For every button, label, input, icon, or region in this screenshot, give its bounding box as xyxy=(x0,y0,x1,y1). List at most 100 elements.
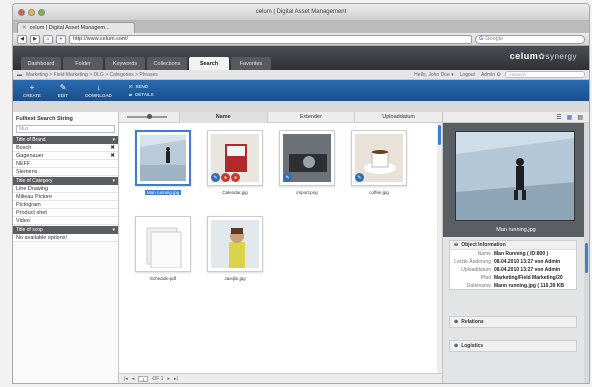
admin-link[interactable]: Admin ⚙ xyxy=(481,72,501,78)
browser-search-input[interactable]: G Google xyxy=(475,34,585,44)
stop-badge-icon[interactable]: ● xyxy=(221,173,230,182)
info-value: 08.04.2010 13:27 von Admin xyxy=(494,259,561,265)
address-bar[interactable]: http://www.celum.com/ xyxy=(69,34,472,44)
detail-scrollbar-thumb[interactable] xyxy=(585,243,588,273)
last-page-button[interactable]: ▸| xyxy=(174,376,178,382)
filter-item[interactable]: Milieau Picture xyxy=(13,193,118,201)
tab-favorites[interactable]: Favorites xyxy=(231,57,271,70)
asset-tile[interactable]: ✎ ● ● xyxy=(207,130,263,186)
grid-scrollbar[interactable] xyxy=(437,123,442,373)
logistics-title: Logistics xyxy=(461,343,484,349)
info-row: Name Man Running ( ID:800 ) xyxy=(450,250,576,258)
filter-item[interactable]: Siemens xyxy=(13,168,118,176)
tab-collections[interactable]: Collections xyxy=(147,57,187,70)
add-bookmark-button[interactable]: + xyxy=(56,34,66,44)
asset-tile[interactable] xyxy=(135,130,191,186)
thumbnail-size-slider[interactable] xyxy=(119,112,179,123)
folder-icon: ▬ xyxy=(17,71,22,78)
filter-item[interactable]: Video xyxy=(13,217,118,225)
sort-by-uploaddatum[interactable]: Uploaddatum xyxy=(354,111,442,123)
home-button[interactable]: ⌂ xyxy=(43,34,53,44)
list-view-icon[interactable]: ☰ xyxy=(556,114,561,121)
filter-item[interactable]: Gagenauer ✖ xyxy=(13,152,118,160)
asset-caption[interactable]: Man running.jpg xyxy=(133,190,193,195)
info-key: Letzte Änderung xyxy=(454,259,491,265)
logistics-panel[interactable]: ⊕ Logistics xyxy=(449,340,577,352)
asset-tile[interactable] xyxy=(135,216,191,272)
asset-caption[interactable]: Jacqlin.jpg xyxy=(205,276,265,281)
filter-item[interactable]: Line Drawing xyxy=(13,185,118,193)
user-greeting[interactable]: Hello, John Doe ▾ xyxy=(414,72,453,78)
header-search-input[interactable]: ⌕ Search xyxy=(505,71,585,78)
tab-search[interactable]: Search xyxy=(189,57,229,70)
grid-scrollbar-thumb[interactable] xyxy=(438,125,441,145)
detail-view-icon[interactable]: ▤ xyxy=(577,114,583,121)
asset-tile[interactable]: ✎ xyxy=(279,130,335,186)
filter-item-label: No available options! xyxy=(16,234,68,241)
detail-scrollbar[interactable] xyxy=(584,123,589,383)
remove-icon[interactable]: ✖ xyxy=(110,153,115,159)
asset-tile[interactable] xyxy=(207,216,263,272)
tab-close-icon[interactable]: ✕ xyxy=(22,25,27,31)
info-key: Dateiname xyxy=(466,283,491,289)
tab-keywords[interactable]: Keywords xyxy=(105,57,145,70)
fulltext-search-input[interactable]: Mus xyxy=(16,125,115,133)
info-row: Letzte Änderung 08.04.2010 13:27 von Admi… xyxy=(450,258,576,266)
first-page-button[interactable]: |◂ xyxy=(124,376,128,382)
preview-caption: Man running.jpg xyxy=(496,227,536,233)
asset-name: import.png xyxy=(296,190,318,195)
chevron-down-icon: ▾ xyxy=(112,178,115,184)
browser-tab[interactable]: ✕ celum | Digital Asset Managem... xyxy=(17,22,135,33)
section-title: Title of scop xyxy=(16,227,43,233)
next-page-button[interactable]: ▸ xyxy=(167,376,170,382)
create-button[interactable]: + CREATE xyxy=(23,83,41,98)
edit-badge-icon[interactable]: ✎ xyxy=(355,173,364,182)
slider-handle[interactable] xyxy=(147,114,152,119)
asset-caption[interactable]: Schedule.pdf xyxy=(133,276,193,281)
logistics-header[interactable]: ⊕ Logistics xyxy=(450,341,576,351)
section-scop-header[interactable]: Title of scop ▾ xyxy=(13,226,118,234)
object-information-header[interactable]: ⊖ Object Information xyxy=(450,241,576,250)
details-button[interactable]: ▰ DETAILS xyxy=(129,92,154,98)
relations-panel[interactable]: ⊕ Relations xyxy=(449,316,577,328)
page-number-input[interactable]: 1 xyxy=(138,375,149,382)
url-text: http://www.celum.com/ xyxy=(73,36,129,42)
filter-item[interactable]: NEFF xyxy=(13,160,118,168)
sort-by-extender[interactable]: Extender xyxy=(266,111,355,123)
asset-grid-panel: Name Extender Uploaddatum Man running.jp… xyxy=(119,111,443,383)
browser-tab-title: celum | Digital Asset Managem... xyxy=(29,25,110,31)
edit-badge-icon[interactable]: ✎ xyxy=(211,173,220,182)
filter-item: No available options! xyxy=(13,234,118,242)
asset-caption[interactable]: import.png xyxy=(277,190,337,195)
asset-tile[interactable]: ✎ xyxy=(351,130,407,186)
relations-header[interactable]: ⊕ Relations xyxy=(450,317,576,327)
browser-search-placeholder: Google xyxy=(485,36,504,42)
filter-item[interactable]: Bosch ✖ xyxy=(13,144,118,152)
asset-thumbnail xyxy=(140,135,186,181)
grid-view-icon[interactable]: ▦ xyxy=(567,114,573,121)
edit-badge-icon[interactable]: ✎ xyxy=(283,173,292,182)
asset-caption[interactable]: Calendar.jpg xyxy=(205,190,265,195)
section-brand-header[interactable]: Title of Brand ▾ xyxy=(13,136,118,144)
breadcrumb[interactable]: Marketing > Field Marketing > DLG > Cate… xyxy=(26,72,158,78)
logout-link[interactable]: Logout xyxy=(460,72,475,78)
asset-name: coffee.jpg xyxy=(369,190,389,195)
asset-caption[interactable]: coffee.jpg xyxy=(349,190,409,195)
app-logo: celum✿synergy xyxy=(510,51,577,61)
object-information-panel: ⊖ Object Information Name Man Running ( ID… xyxy=(449,240,577,290)
tab-folder[interactable]: Folder xyxy=(63,57,103,70)
forward-button[interactable]: ▶ xyxy=(30,34,40,44)
expand-icon: ⊕ xyxy=(454,343,459,349)
filter-item[interactable]: Product shot xyxy=(13,209,118,217)
remove-icon[interactable]: ✖ xyxy=(110,145,115,151)
download-button[interactable]: ↓ DOWNLOAD xyxy=(85,83,112,98)
filter-item[interactable]: Pictogram xyxy=(13,201,118,209)
prev-page-button[interactable]: ◂ xyxy=(132,376,135,382)
back-button[interactable]: ◀ xyxy=(17,34,27,44)
sort-by-name[interactable]: Name xyxy=(178,111,267,123)
section-category-header[interactable]: Title of Category ▾ xyxy=(13,177,118,185)
stop-badge-icon[interactable]: ● xyxy=(231,173,240,182)
send-button[interactable]: ✉ SEND xyxy=(129,84,148,90)
tab-dashboard[interactable]: Dashboard xyxy=(21,57,61,70)
edit-button[interactable]: ✎ EDIT xyxy=(58,83,68,98)
